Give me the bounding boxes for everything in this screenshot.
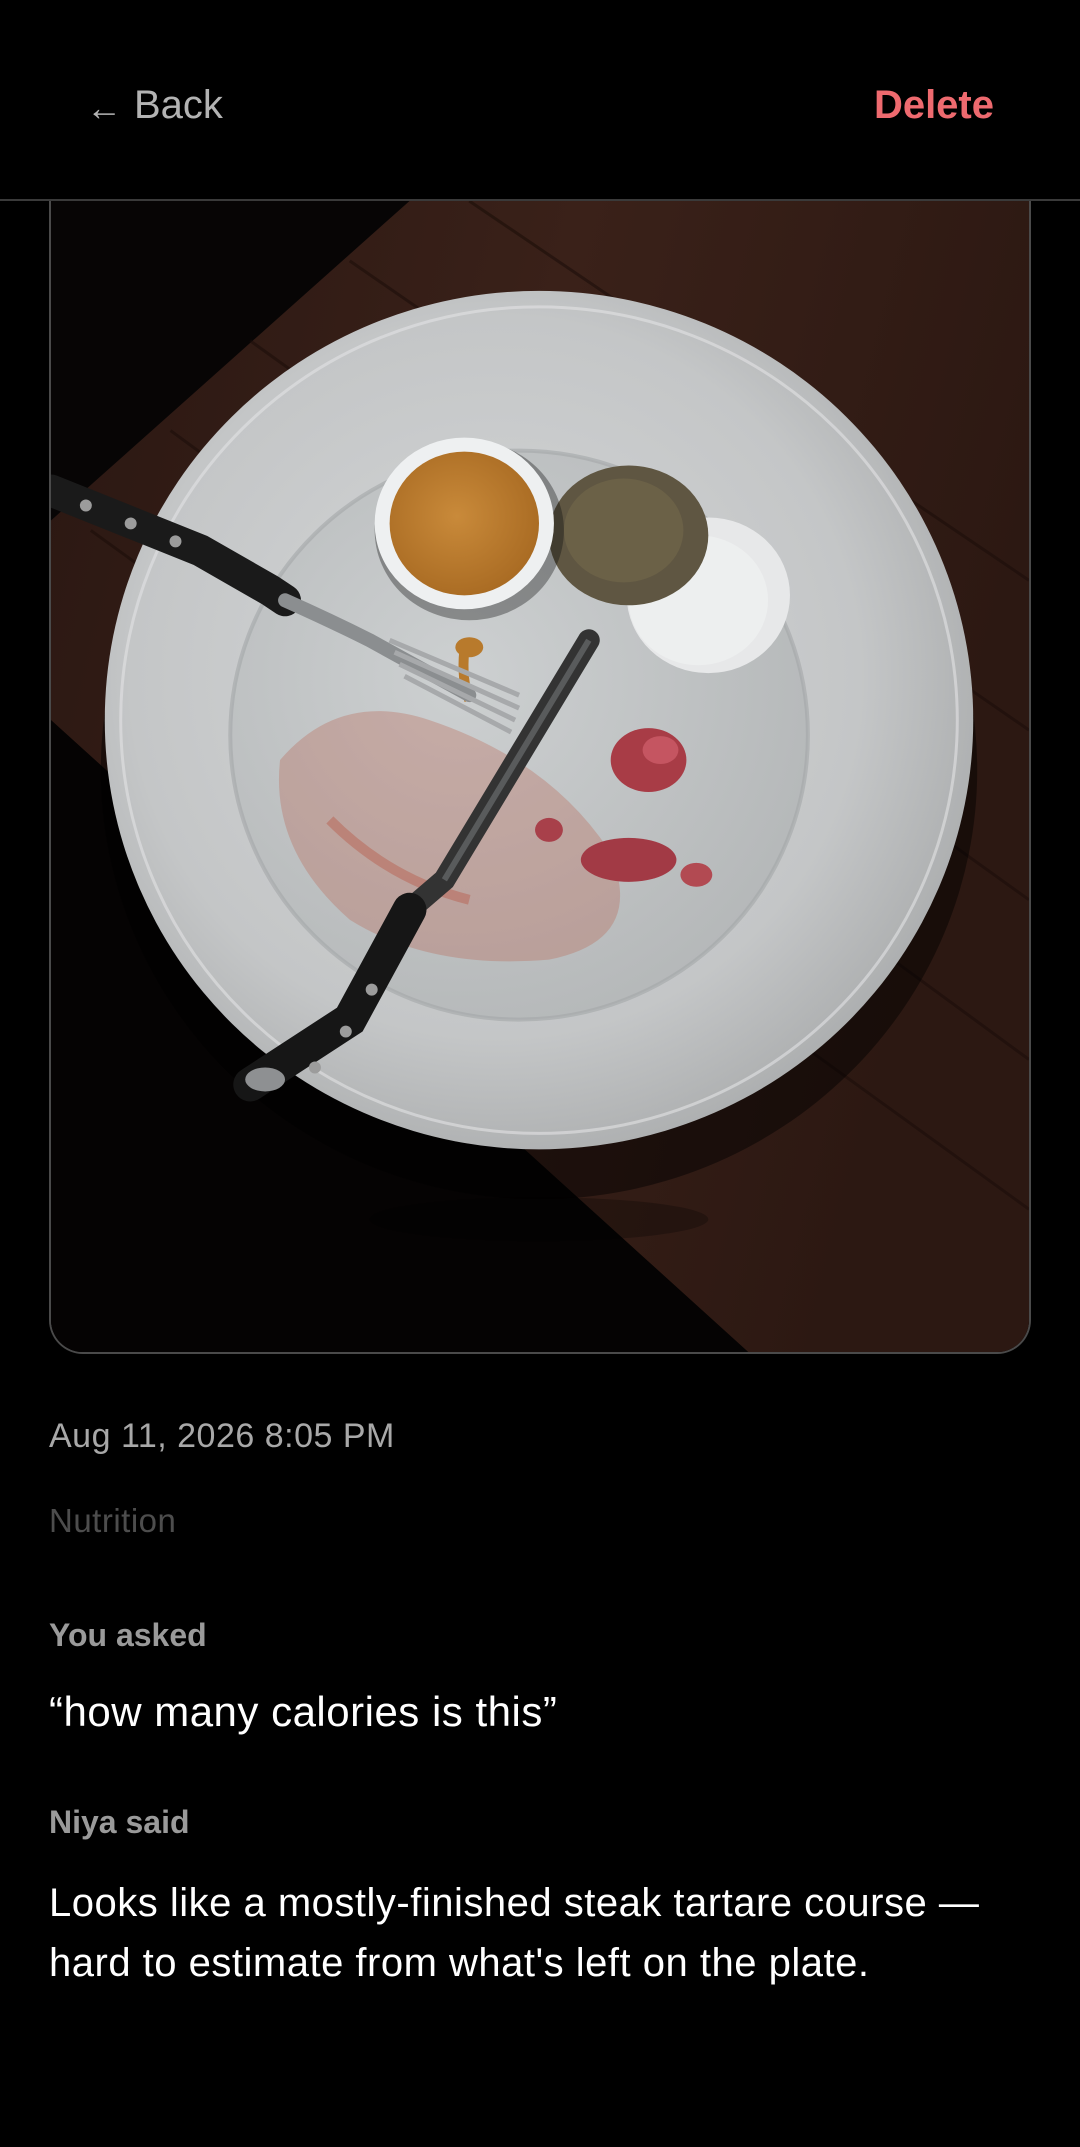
top-bar: ← Back Delete (0, 0, 1080, 201)
meal-photo-image (51, 201, 1029, 1352)
you-asked-label: You asked (49, 1617, 207, 1653)
arrow-left-icon: ← (86, 87, 122, 128)
user-question: “how many calories is this” (49, 1688, 558, 1735)
delete-button[interactable]: Delete (874, 80, 994, 130)
back-label: Back (134, 82, 223, 127)
assistant-said-label: Niya said (49, 1804, 190, 1840)
entry-timestamp: Aug 11, 2026 8:05 PM (49, 1417, 395, 1455)
assistant-response: Looks like a mostly-finished steak tarta… (49, 1881, 980, 1985)
back-button[interactable]: ← Back (86, 80, 223, 130)
meal-photo (49, 201, 1031, 1354)
entry-category: Nutrition (49, 1502, 177, 1539)
